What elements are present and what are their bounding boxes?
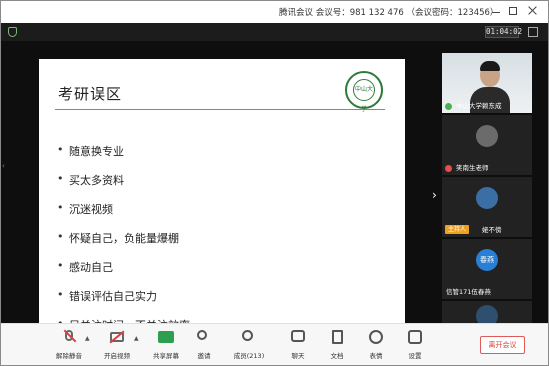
toolbar-label: 解除静音 <box>56 352 82 360</box>
participant-tile[interactable] <box>442 301 532 323</box>
gear-icon <box>408 330 422 344</box>
slide-bullets: 随意换专业 买太多资料 沉迷视频 怀疑自己，负能量爆棚 感动自己 错误评估自己实… <box>57 143 190 346</box>
toolbar-label: 设置 <box>408 352 422 360</box>
participant-name: 信管171伍春燕 <box>446 288 491 296</box>
toolbar-label: 成员(213) <box>233 352 265 360</box>
participant-tile[interactable]: 主持人 姥不傍 <box>442 177 532 237</box>
shared-slide: 考研误区 中山大学 随意换专业 买太多资料 沉迷视频 怀疑自己，负能量爆棚 感动… <box>39 59 405 332</box>
bullet-item: 随意换专业 <box>57 143 190 172</box>
host-badge: 主持人 <box>445 225 470 234</box>
resize-handle-icon[interactable]: ‹ <box>2 162 7 170</box>
fullscreen-icon[interactable] <box>528 27 538 37</box>
avatar <box>476 125 498 147</box>
bullet-item: 沉迷视频 <box>57 201 190 230</box>
top-strip: 01:04:02 <box>1 23 548 41</box>
title-bar: 腾讯会议 会议号：981 132 476 （会议密码：123456） <box>1 1 548 23</box>
slide-title: 考研误区 <box>58 85 123 103</box>
screen-share-icon <box>158 331 174 343</box>
bullet-item: 错误评估自己实力 <box>57 288 190 317</box>
chevron-right-icon[interactable]: › <box>432 189 440 201</box>
mic-muted-icon <box>445 165 452 172</box>
bullet-item: 买太多资料 <box>57 172 190 201</box>
window-title: 腾讯会议 会议号：981 132 476 （会议密码：123456） <box>279 8 499 18</box>
participant-tile[interactable]: 中山大学赖东成 <box>442 53 532 113</box>
maximize-icon[interactable] <box>509 7 517 15</box>
participant-tile[interactable]: 春燕 信管171伍春燕 <box>442 239 532 299</box>
slide-divider <box>55 109 385 110</box>
smiley-icon <box>369 330 383 344</box>
members-icon <box>242 330 253 341</box>
invite-button[interactable]: 邀请 <box>184 330 224 362</box>
leave-meeting-button[interactable]: 离开会议 <box>480 336 525 354</box>
add-person-icon <box>197 330 207 340</box>
bullet-item: 感动自己 <box>57 259 190 288</box>
meeting-timer: 01:04:02 <box>485 26 523 38</box>
logo-text: 中山大学 <box>353 79 375 113</box>
participant-panel: 中山大学赖东成 笑南生老师 主持人 姥不傍 春燕 信管171伍春燕 <box>442 53 532 323</box>
unmute-button[interactable]: 解除静音 <box>49 329 89 362</box>
minimize-icon[interactable] <box>491 6 501 16</box>
document-icon <box>332 330 343 344</box>
mic-on-icon <box>445 103 452 110</box>
avatar <box>476 305 498 323</box>
caret-up-icon[interactable]: ▲ <box>134 335 139 342</box>
meeting-stage: 01:04:02 ‹ 考研误区 中山大学 随意换专业 买太多资料 沉迷视频 怀疑… <box>1 23 548 332</box>
participant-name: 中山大学赖东成 <box>456 102 502 110</box>
participant-tile[interactable]: 笑南生老师 <box>442 115 532 175</box>
meeting-window: 腾讯会议 会议号：981 132 476 （会议密码：123456） 01:04… <box>0 0 549 366</box>
initials-avatar: 春燕 <box>476 249 498 271</box>
participant-name: 姥不傍 <box>482 226 502 234</box>
shield-icon[interactable] <box>8 27 17 37</box>
bullet-item: 怀疑自己，负能量爆棚 <box>57 230 190 259</box>
participant-name: 笑南生老师 <box>456 164 489 172</box>
toolbar-label: 开启视频 <box>104 352 130 360</box>
caret-up-icon[interactable]: ▲ <box>85 335 90 342</box>
avatar <box>476 187 498 209</box>
chat-icon <box>291 330 305 342</box>
close-icon[interactable] <box>528 6 538 16</box>
settings-button[interactable]: 设置 <box>395 330 435 362</box>
start-video-button[interactable]: 开启视频 <box>97 330 137 362</box>
person-hair <box>480 61 500 71</box>
meeting-toolbar: 解除静音 ▲ 开启视频 ▲ 共享屏幕 邀请 成员(213) 聊天 文档 表情 设… <box>1 323 548 365</box>
university-logo: 中山大学 <box>345 71 383 113</box>
members-button[interactable]: 成员(213) <box>229 330 269 362</box>
